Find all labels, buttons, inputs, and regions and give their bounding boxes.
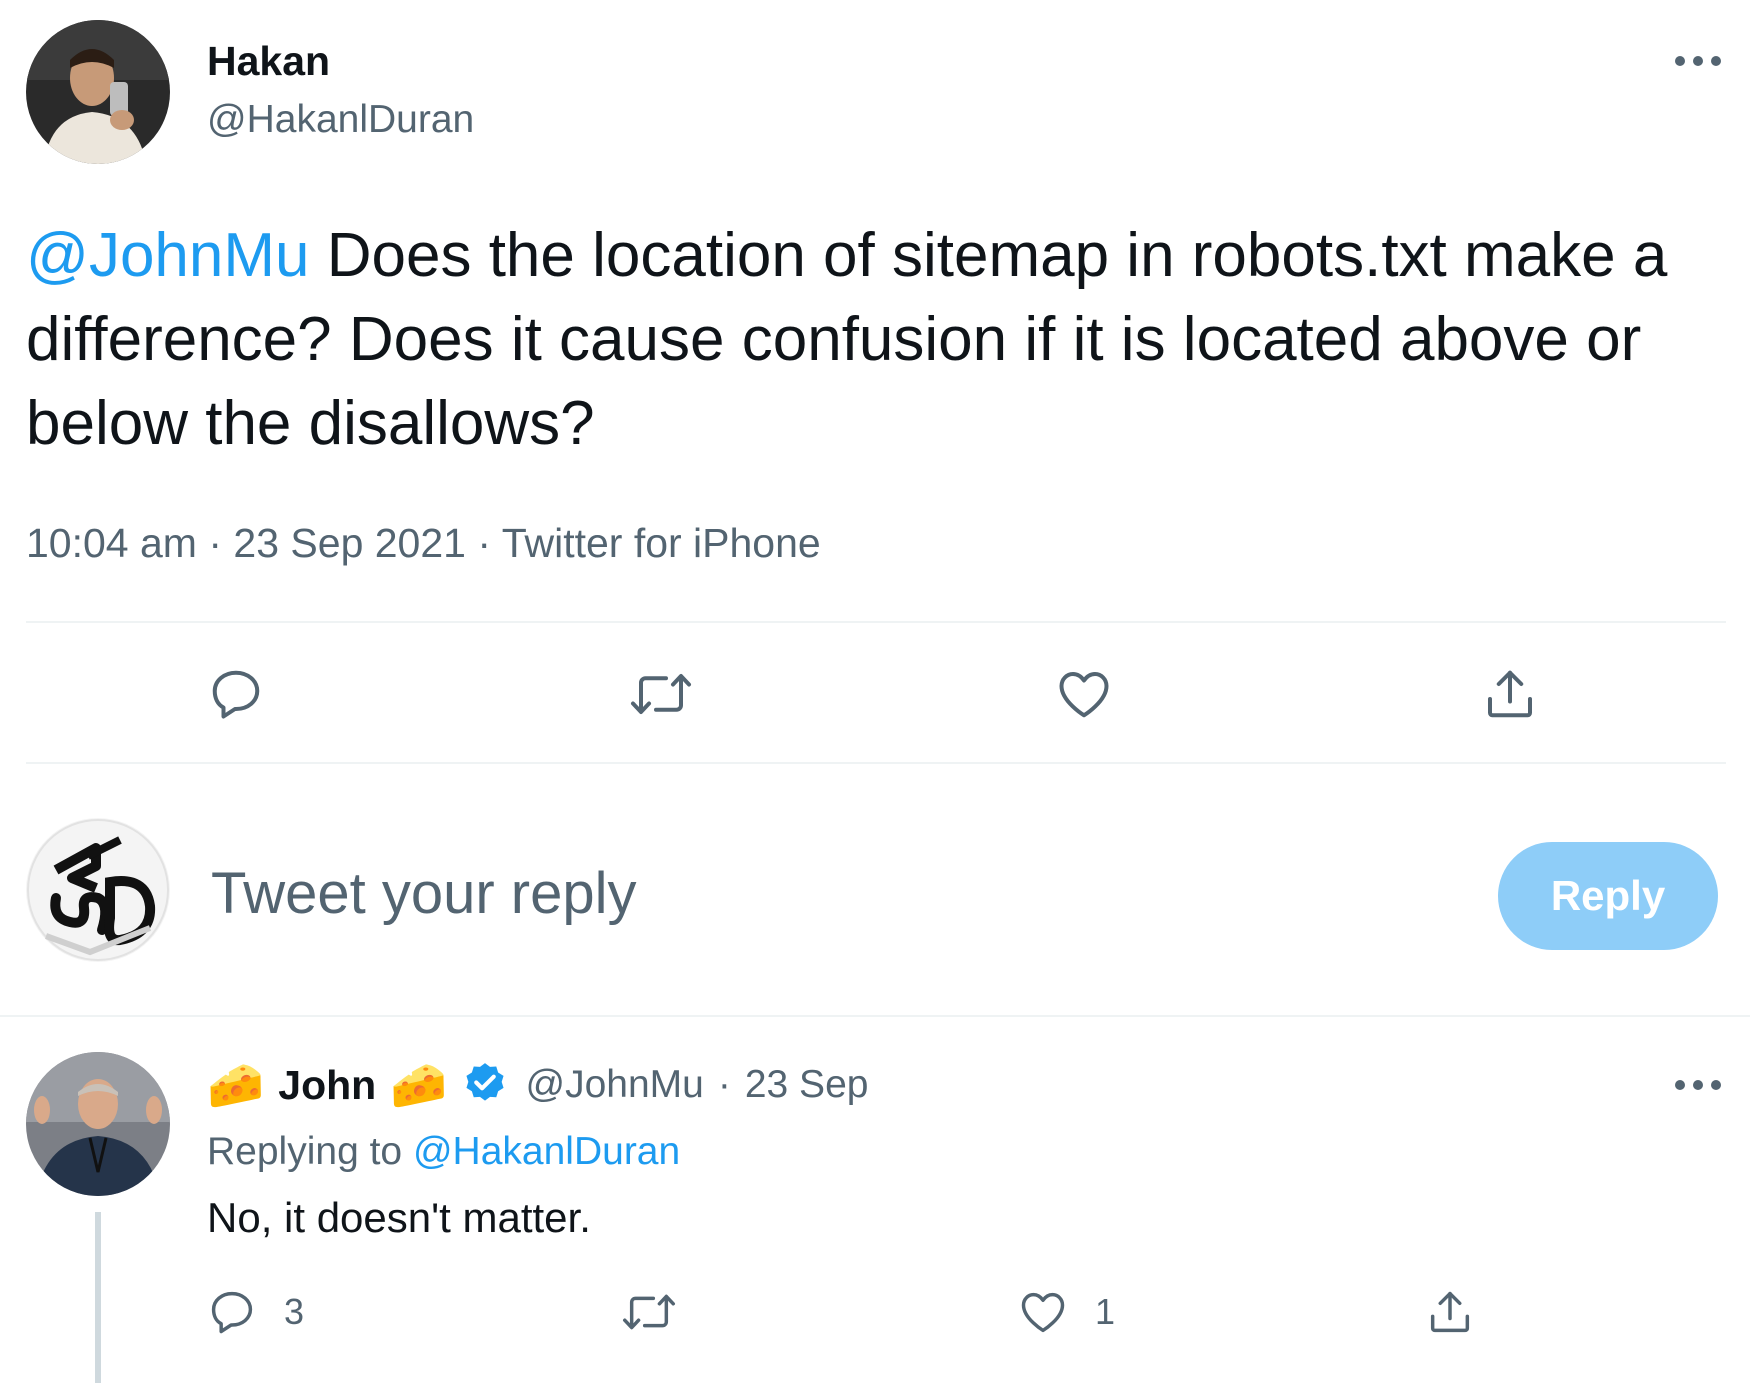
- reply-author-photo: [26, 1052, 170, 1196]
- author-photo: [26, 20, 170, 164]
- comment-icon: [211, 1291, 253, 1334]
- divider: [26, 621, 1726, 623]
- tweet-source[interactable]: Twitter for iPhone: [502, 520, 821, 566]
- tweet-text: @JohnMu Does the location of sitemap in …: [26, 214, 1706, 466]
- tweet-time[interactable]: 10:04 am: [26, 520, 197, 566]
- meta-separator: ·: [208, 520, 223, 566]
- reply-input[interactable]: Tweet your reply: [211, 860, 637, 927]
- retweet-icon: [631, 674, 691, 714]
- meta-separator: ·: [477, 520, 492, 566]
- section-divider: [0, 1015, 1750, 1017]
- divider: [26, 762, 1726, 764]
- like-button[interactable]: [1054, 664, 1114, 724]
- composer-avatar[interactable]: [26, 818, 170, 962]
- retweet-button[interactable]: [628, 664, 694, 724]
- cheese-emoji: 🧀: [207, 1059, 265, 1111]
- share-icon: [1430, 1291, 1470, 1333]
- meta-separator: ·: [717, 1063, 731, 1106]
- replying-to-handle[interactable]: @HakanlDuran: [413, 1130, 680, 1173]
- reply-date[interactable]: 23 Sep: [745, 1063, 869, 1107]
- reply-author-name[interactable]: John: [278, 1062, 376, 1109]
- reply-comment-count: 3: [284, 1291, 305, 1332]
- reply-button[interactable]: Reply: [1498, 842, 1718, 950]
- reply-retweet-button[interactable]: [620, 1286, 678, 1338]
- verified-badge-icon: [460, 1060, 510, 1110]
- replying-to-line: Replying to @HakanlDuran: [207, 1130, 680, 1174]
- like-icon: [1021, 1292, 1065, 1333]
- tweet-metadata: 10:04 am · 23 Sep 2021 · Twitter for iPh…: [26, 520, 821, 567]
- more-horizontal-icon: [1675, 1080, 1721, 1090]
- reply-author-avatar[interactable]: [26, 1052, 170, 1196]
- tweet-date[interactable]: 23 Sep 2021: [233, 520, 466, 566]
- replying-to-label: Replying to: [207, 1130, 403, 1173]
- more-horizontal-icon: [1675, 56, 1721, 66]
- thread-connector-line: [95, 1212, 101, 1383]
- reply-like-count: 1: [1095, 1291, 1116, 1332]
- reply-header: 🧀 John 🧀 @JohnMu · 23 Sep: [207, 1055, 868, 1115]
- like-icon: [1059, 672, 1109, 718]
- retweet-icon: [623, 1294, 675, 1330]
- reply-author-handle[interactable]: @JohnMu: [526, 1063, 704, 1107]
- reply-more-options-button[interactable]: [1670, 1068, 1726, 1102]
- comment-icon: [212, 670, 260, 719]
- share-button[interactable]: [1480, 664, 1540, 724]
- more-options-button[interactable]: [1670, 44, 1726, 78]
- mention-link[interactable]: @JohnMu: [26, 221, 310, 290]
- seo-logo-icon: [27, 819, 169, 961]
- cheese-emoji: 🧀: [390, 1059, 448, 1111]
- reply-text: No, it doesn't matter.: [207, 1194, 591, 1241]
- author-avatar[interactable]: [26, 20, 170, 164]
- author-handle[interactable]: @HakanlDuran: [207, 98, 474, 142]
- comment-button[interactable]: [206, 664, 266, 724]
- author-name[interactable]: Hakan: [207, 38, 330, 85]
- reply-comment-button[interactable]: 3: [206, 1286, 304, 1338]
- share-icon: [1488, 670, 1532, 718]
- reply-share-button[interactable]: [1424, 1286, 1476, 1338]
- reply-like-button[interactable]: 1: [1017, 1286, 1115, 1338]
